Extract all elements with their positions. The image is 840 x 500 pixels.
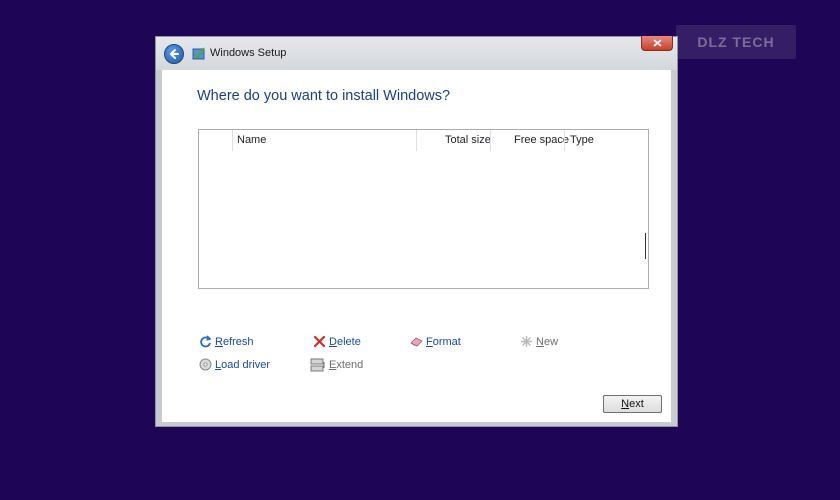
column-separator[interactable]	[564, 130, 565, 151]
disc-icon	[199, 358, 212, 371]
table-header: Name Total size Free space Type	[199, 130, 648, 151]
new-icon	[521, 336, 532, 347]
partition-table[interactable]: Name Total size Free space Type	[198, 129, 649, 289]
back-arrow-icon	[170, 49, 179, 59]
refresh-link[interactable]: Refresh	[199, 335, 254, 348]
setup-content: Where do you want to install Windows? Na…	[162, 70, 671, 422]
close-button[interactable]	[641, 36, 673, 51]
title-bar: Windows Setup	[156, 36, 677, 70]
extend-drive-icon	[310, 358, 325, 372]
watermark-text: DLZ TECH	[697, 34, 775, 50]
windows-setup-icon	[192, 47, 205, 60]
watermark-logo: DLZ TECH	[676, 25, 796, 59]
eraser-icon	[410, 337, 423, 347]
load-driver-label: Load driver	[215, 358, 271, 371]
load-driver-link[interactable]: Load driver	[199, 358, 270, 371]
scrollbar[interactable]	[645, 233, 646, 259]
delete-icon	[313, 335, 326, 348]
setup-window: Windows Setup Where do you want to insta…	[155, 36, 678, 427]
delete-label: Delete	[329, 335, 361, 348]
column-separator[interactable]	[490, 130, 491, 151]
delete-link[interactable]: Delete	[313, 335, 361, 348]
next-button[interactable]: Next	[603, 395, 662, 413]
column-type[interactable]: Type	[570, 134, 594, 146]
extend-label: Extend	[329, 359, 364, 371]
back-button[interactable]	[164, 44, 184, 64]
new-label: New	[536, 335, 559, 348]
column-free-space[interactable]: Free space	[514, 134, 569, 146]
column-separator[interactable]	[416, 130, 417, 151]
column-separator[interactable]	[232, 130, 233, 151]
close-icon	[652, 39, 662, 47]
extend-link[interactable]: Extend	[310, 358, 363, 372]
refresh-icon	[200, 335, 212, 348]
next-label: Next	[621, 398, 644, 410]
new-link[interactable]: New	[520, 335, 558, 348]
column-total-size[interactable]: Total size	[445, 134, 491, 146]
window-title: Windows Setup	[210, 47, 287, 59]
column-name[interactable]: Name	[237, 134, 266, 146]
refresh-label: Refresh	[215, 335, 254, 348]
page-title: Where do you want to install Windows?	[197, 88, 451, 104]
format-label: Format	[426, 335, 461, 348]
format-link[interactable]: Format	[410, 335, 461, 348]
